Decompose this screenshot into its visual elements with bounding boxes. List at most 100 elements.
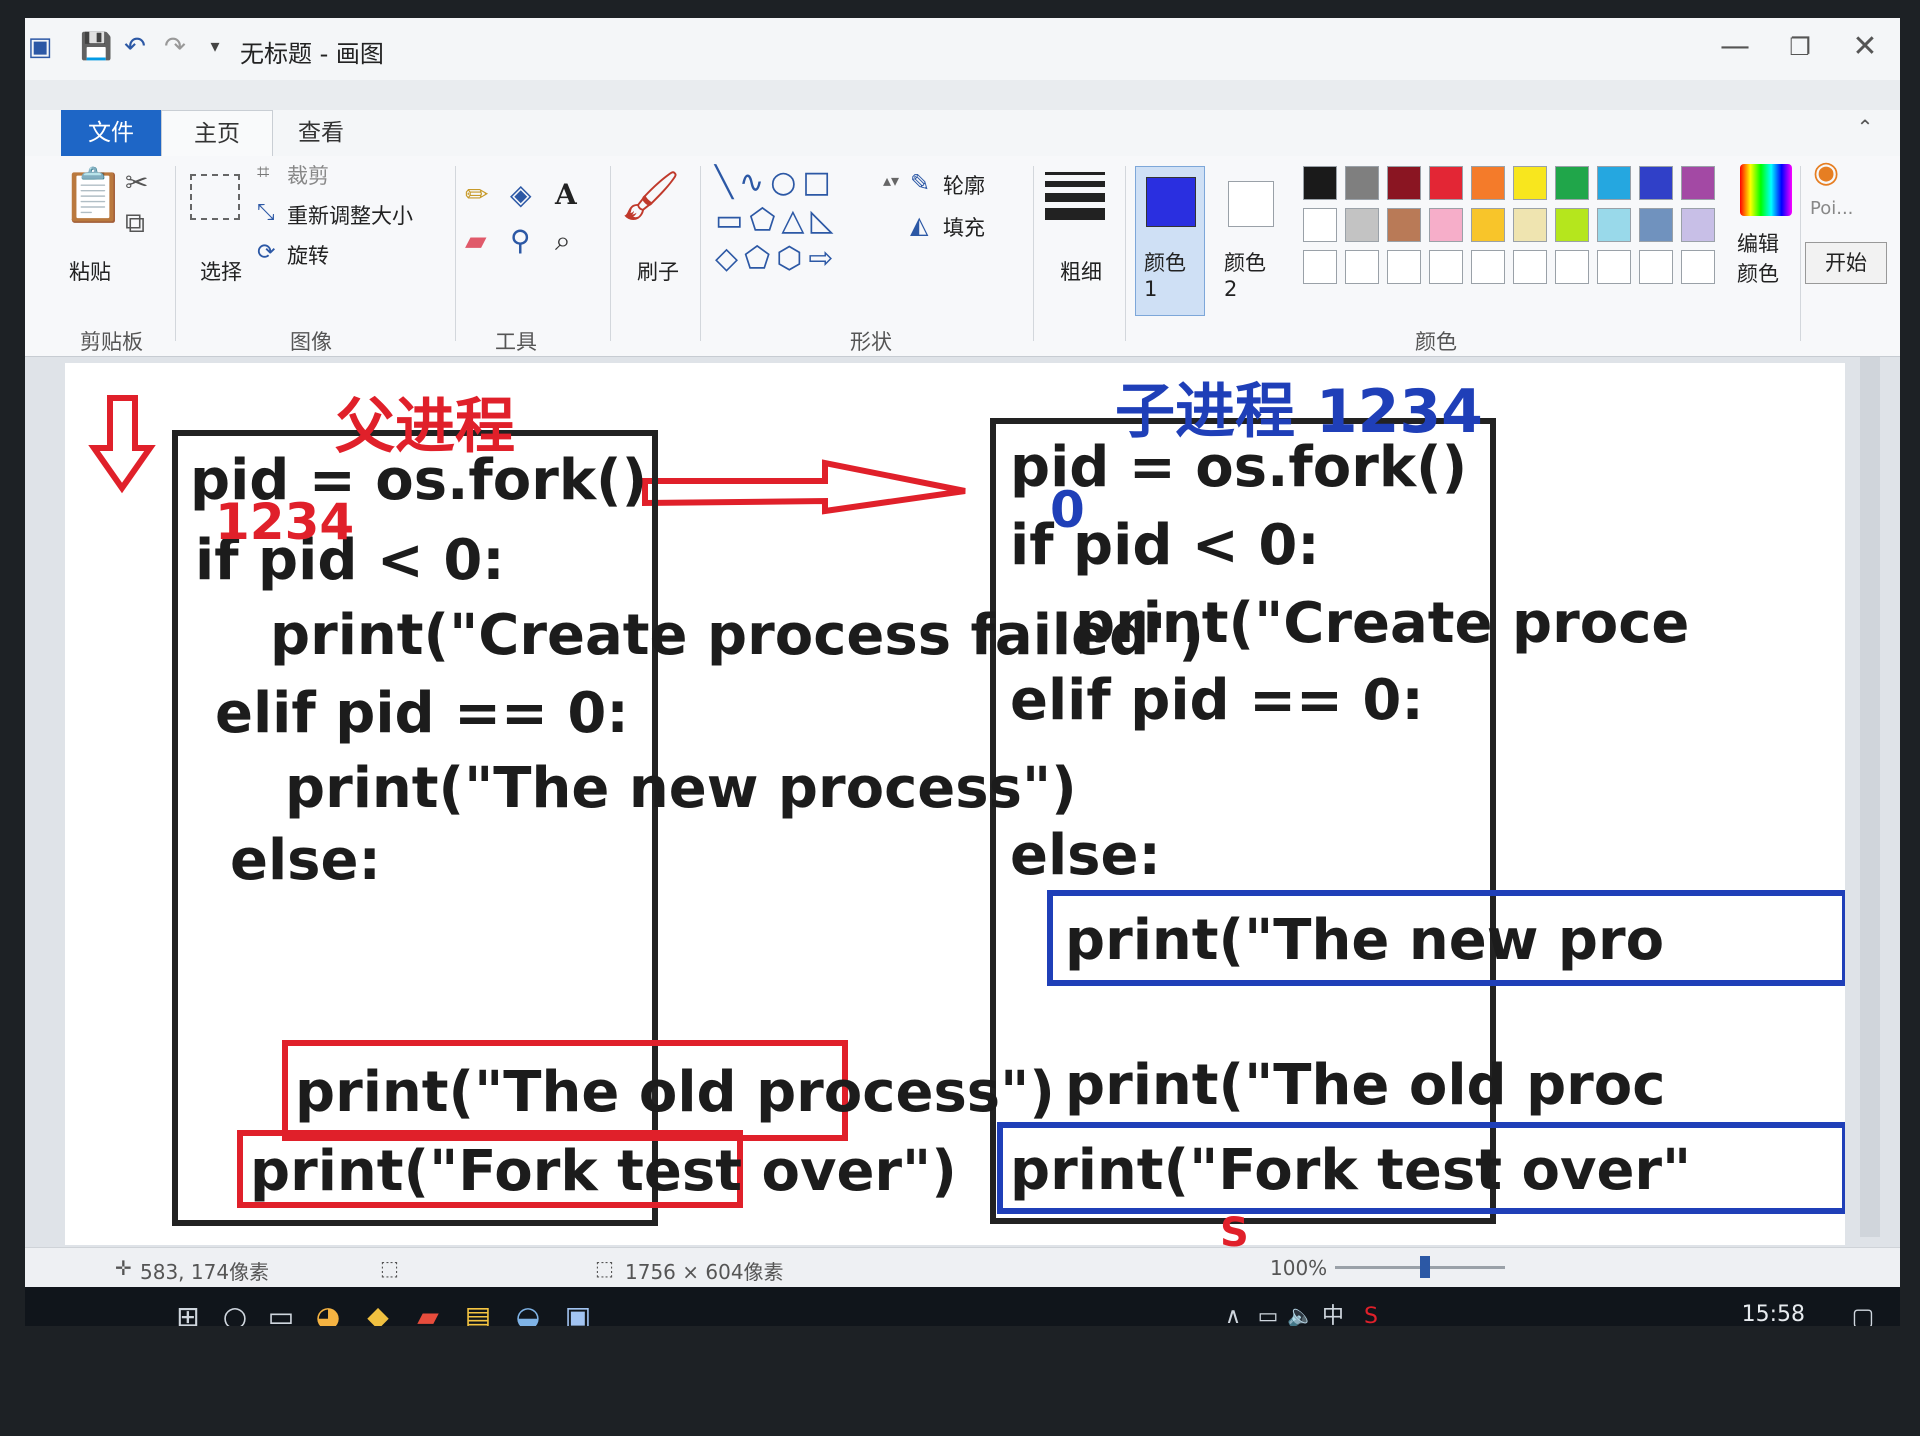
palette-swatch-empty[interactable] [1429,250,1463,284]
palette-swatch[interactable] [1345,166,1379,200]
save-icon[interactable]: 💾 [80,32,112,62]
palette-swatch[interactable] [1471,208,1505,242]
network-icon[interactable]: ▭ [1250,1299,1286,1326]
close-icon[interactable]: ✕ [1835,22,1895,72]
eraser-icon[interactable]: ▰ [465,224,487,258]
color2-button[interactable]: 颜色 2 [1215,166,1285,316]
fill-bucket-icon[interactable]: ◈ [510,178,532,212]
window-title: 无标题 - 画图 [240,40,384,68]
palette-swatch-empty[interactable] [1513,250,1547,284]
tray-chevron-icon[interactable]: ∧ [1215,1299,1251,1326]
restore-icon[interactable]: ❐ [1770,22,1830,72]
browser-app-icon[interactable]: ◕ [310,1299,346,1326]
collapse-ribbon-icon[interactable]: ⌃ [1835,102,1895,152]
text-tool-icon[interactable]: A [555,178,577,212]
palette-swatch[interactable] [1303,166,1337,200]
app-icon[interactable]: ▰ [410,1299,446,1326]
rotate-button[interactable]: 旋转 [287,240,329,270]
palette-swatch-empty[interactable] [1345,250,1379,284]
search-icon[interactable]: ○ [217,1299,253,1326]
palette-swatch[interactable] [1513,208,1547,242]
tab-file[interactable]: 文件 [61,110,161,156]
paint3d-open-button[interactable]: 开始 [1805,242,1887,284]
shapes-gallery[interactable]: ╲∿○□ ▭⬠△◺ ◇⬠⬡⇨ [715,164,875,284]
outline-button[interactable]: 轮廓 [943,170,985,200]
palette-swatch[interactable] [1597,166,1631,200]
fill-icon[interactable]: ◭ [910,208,928,242]
edit-colors-button[interactable]: 编辑颜色 [1737,228,1797,288]
file-explorer-icon[interactable]: ▤ [460,1299,496,1326]
select-icon[interactable] [190,174,240,220]
palette-swatch[interactable] [1387,166,1421,200]
palette-swatch[interactable] [1639,208,1673,242]
palette-swatch[interactable] [1471,166,1505,200]
volume-icon[interactable]: 🔈 [1283,1299,1319,1326]
palette-swatch[interactable] [1387,208,1421,242]
resize-button[interactable]: 重新调整大小 [287,200,413,230]
edit-colors-icon[interactable] [1740,164,1792,216]
paint-taskbar-icon[interactable]: ▣ [560,1299,596,1326]
paste-icon[interactable]: 📋 [61,166,126,226]
palette-swatch[interactable] [1639,166,1673,200]
palette-swatch[interactable] [1345,208,1379,242]
outline-icon[interactable]: ✎ [910,166,930,200]
app-icon[interactable]: ◆ [360,1299,396,1326]
shape-row-icon: ╲∿○□ [715,165,837,200]
select-button[interactable]: 选择 [200,256,242,286]
crop-icon[interactable]: ⌗ [257,156,269,190]
palette-swatch-empty[interactable] [1555,250,1589,284]
palette-swatch-empty[interactable] [1681,250,1715,284]
paste-button[interactable]: 粘贴 [69,256,111,286]
pencil-icon[interactable]: ✏ [465,178,488,212]
gallery-scroll-icon[interactable]: ▴▾ [883,164,899,198]
start-icon[interactable]: ⊞ [170,1299,206,1326]
palette-swatch-empty[interactable] [1387,250,1421,284]
cut-icon[interactable]: ✂ [125,166,148,200]
palette-swatch[interactable] [1513,166,1547,200]
ime-logo-icon[interactable]: S [1220,1210,1249,1256]
palette-swatch[interactable] [1681,166,1715,200]
copy-icon[interactable]: ⧉ [125,206,145,240]
ime-indicator[interactable]: 中 [1315,1299,1351,1326]
palette-swatch[interactable] [1555,208,1589,242]
palette-swatch[interactable] [1681,208,1715,242]
zoom-slider-thumb[interactable] [1420,1256,1430,1278]
brushes-button[interactable]: 刷子 [637,256,679,286]
selection-size-icon: ⬚ [380,1256,399,1280]
resize-icon[interactable]: ⤡ [257,196,275,230]
customize-icon[interactable]: ▾ [200,32,230,62]
undo-icon[interactable]: ↶ [120,32,150,62]
rotate-icon[interactable]: ⟳ [257,236,275,270]
paint-app-icon[interactable]: ▣ [25,32,55,62]
tab-home[interactable]: 主页 [161,110,273,157]
palette-swatch[interactable] [1429,208,1463,242]
vertical-scrollbar[interactable] [1860,357,1880,1237]
palette-swatch-empty[interactable] [1597,250,1631,284]
clock[interactable]: 15:58 [1742,1302,1805,1326]
notification-icon[interactable]: ▢ [1845,1299,1881,1326]
redo-icon[interactable]: ↷ [160,32,190,62]
palette-swatch-empty[interactable] [1303,250,1337,284]
palette-swatch[interactable] [1429,166,1463,200]
palette-swatch-empty[interactable] [1639,250,1673,284]
palette-swatch[interactable] [1597,208,1631,242]
size-icon[interactable] [1045,166,1105,226]
palette-swatch-empty[interactable] [1471,250,1505,284]
drawing-canvas[interactable]: 父进程 子进程 1234 pid = os.fork() if pid < 0:… [65,363,1845,1245]
brush-icon[interactable]: 🖌 [620,168,681,224]
task-view-icon[interactable]: ▭ [263,1299,299,1326]
ime-tray-icon[interactable]: S [1353,1299,1389,1326]
size-button[interactable]: 粗细 [1060,256,1102,286]
minimize-icon[interactable]: — [1705,22,1765,72]
fill-button[interactable]: 填充 [943,212,985,242]
app-icon[interactable]: ◒ [510,1299,546,1326]
color1-button[interactable]: 颜色 1 [1135,166,1205,316]
palette-swatch[interactable] [1303,208,1337,242]
color-picker-icon[interactable]: ⚲ [510,224,531,258]
paint3d-icon[interactable]: ◉ [1813,156,1839,190]
palette-swatch[interactable] [1555,166,1589,200]
divider [175,166,176,341]
tab-view[interactable]: 查看 [271,110,371,156]
magnifier-icon[interactable]: ⌕ [555,224,571,258]
crop-button[interactable]: 裁剪 [287,160,329,190]
